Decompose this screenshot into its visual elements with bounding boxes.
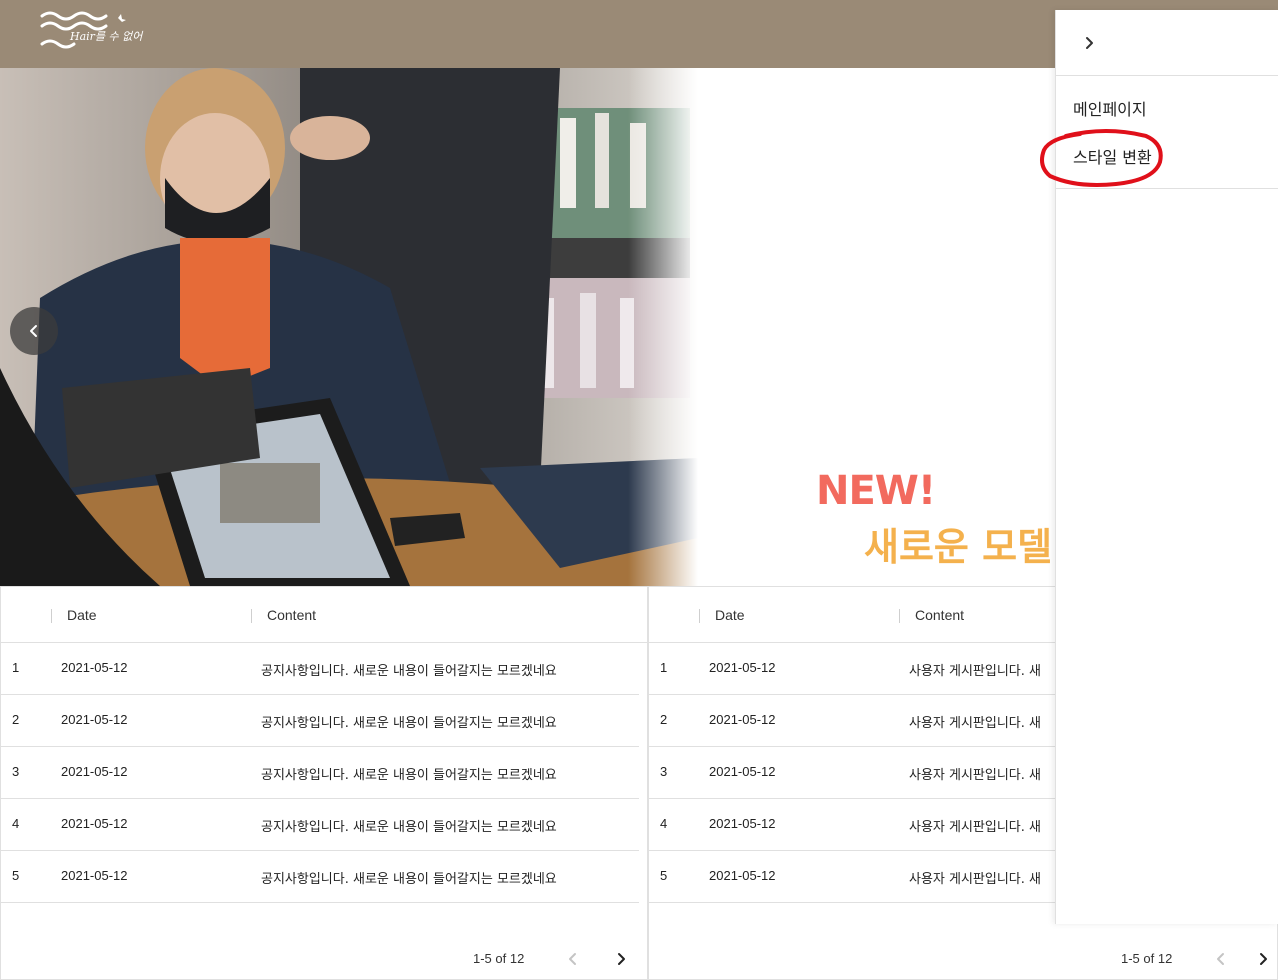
next-page-button[interactable] bbox=[607, 945, 635, 973]
drawer-item-main-page[interactable]: 메인페이지 bbox=[1056, 82, 1278, 130]
row-content: 공지사항입니다. 새로운 내용이 들어갈지는 모르겠네요 bbox=[261, 768, 557, 783]
column-separator bbox=[51, 609, 52, 623]
row-content: 사용자 게시판입니다. 새 bbox=[909, 872, 1041, 887]
banner-subtitle: 새로운 모델 bbox=[864, 525, 1053, 569]
row-date: 2021-05-12 bbox=[709, 764, 776, 779]
drawer-menu: 메인페이지 스타일 변환 bbox=[1056, 76, 1278, 189]
chevron-left-icon bbox=[569, 953, 576, 965]
drawer-header bbox=[1056, 10, 1278, 76]
row-id: 1 bbox=[660, 660, 668, 675]
row-content: 공지사항입니다. 새로운 내용이 들어갈지는 모르겠네요 bbox=[261, 872, 557, 887]
column-header-date[interactable]: Date bbox=[67, 607, 97, 623]
row-content: 사용자 게시판입니다. 새 bbox=[909, 820, 1041, 835]
drawer-item-label: 메인페이지 bbox=[1073, 100, 1147, 119]
row-date: 2021-05-12 bbox=[61, 816, 128, 831]
drawer-item-style-conversion[interactable]: 스타일 변환 bbox=[1056, 130, 1278, 178]
table-row[interactable]: 2 2021-05-12 공지사항입니다. 새로운 내용이 들어갈지는 모르겠네… bbox=[1, 695, 639, 747]
table-row[interactable]: 5 2021-05-12 공지사항입니다. 새로운 내용이 들어갈지는 모르겠네… bbox=[1, 851, 639, 903]
hero-photo bbox=[0, 68, 698, 586]
table-row[interactable]: 1 2021-05-12 공지사항입니다. 새로운 내용이 들어갈지는 모르겠네… bbox=[1, 643, 639, 695]
row-content: 공지사항입니다. 새로운 내용이 들어갈지는 모르겠네요 bbox=[261, 820, 557, 835]
table-pagination: 1-5 of 12 bbox=[649, 937, 1277, 979]
table-row[interactable]: 3 2021-05-12 공지사항입니다. 새로운 내용이 들어갈지는 모르겠네… bbox=[1, 747, 639, 799]
chevron-right-icon bbox=[618, 953, 625, 965]
column-separator bbox=[699, 609, 700, 623]
page: Hair를 수 없어 NEW! 새로운 모델 Date Content 1 20… bbox=[0, 0, 1278, 980]
row-id: 4 bbox=[12, 816, 20, 831]
notice-table: Date Content 1 2021-05-12 공지사항입니다. 새로운 내… bbox=[0, 586, 648, 980]
new-model-banner: NEW! 새로운 모델 bbox=[698, 68, 1056, 586]
row-date: 2021-05-12 bbox=[709, 816, 776, 831]
hero-carousel: NEW! 새로운 모델 bbox=[0, 68, 1056, 586]
carousel-prev-button[interactable] bbox=[10, 307, 58, 355]
row-id: 3 bbox=[12, 764, 20, 779]
row-id: 1 bbox=[12, 660, 20, 675]
column-header-content[interactable]: Content bbox=[267, 607, 316, 623]
row-id: 5 bbox=[12, 868, 20, 883]
chevron-left-icon bbox=[1217, 953, 1224, 965]
row-content: 사용자 게시판입니다. 새 bbox=[909, 716, 1041, 731]
table-pagination: 1-5 of 12 bbox=[1, 937, 647, 979]
row-date: 2021-05-12 bbox=[709, 712, 776, 727]
row-id: 5 bbox=[660, 868, 668, 883]
prev-page-button[interactable] bbox=[1207, 945, 1235, 973]
drawer-collapse-button[interactable] bbox=[1076, 30, 1102, 56]
row-date: 2021-05-12 bbox=[61, 660, 128, 675]
row-date: 2021-05-12 bbox=[709, 660, 776, 675]
row-content: 사용자 게시판입니다. 새 bbox=[909, 664, 1041, 679]
row-id: 2 bbox=[12, 712, 20, 727]
salon-photo-image bbox=[0, 68, 698, 586]
row-content: 사용자 게시판입니다. 새 bbox=[909, 768, 1041, 783]
next-page-button[interactable] bbox=[1249, 945, 1277, 973]
row-date: 2021-05-12 bbox=[61, 764, 128, 779]
column-separator bbox=[251, 609, 252, 623]
pagination-range: 1-5 of 12 bbox=[473, 951, 525, 966]
prev-page-button[interactable] bbox=[559, 945, 587, 973]
pagination-range: 1-5 of 12 bbox=[1121, 951, 1173, 966]
table-header: Date Content bbox=[1, 587, 647, 643]
column-header-date[interactable]: Date bbox=[715, 607, 745, 623]
chevron-right-icon bbox=[1260, 953, 1267, 965]
row-id: 2 bbox=[660, 712, 668, 727]
row-date: 2021-05-12 bbox=[709, 868, 776, 883]
row-date: 2021-05-12 bbox=[61, 868, 128, 883]
row-id: 4 bbox=[660, 816, 668, 831]
row-content: 공지사항입니다. 새로운 내용이 들어갈지는 모르겠네요 bbox=[261, 716, 557, 731]
column-header-content[interactable]: Content bbox=[915, 607, 964, 623]
column-separator bbox=[899, 609, 900, 623]
navigation-drawer: 메인페이지 스타일 변환 bbox=[1055, 10, 1278, 924]
logo-text: Hair를 수 없어 bbox=[70, 30, 143, 43]
row-date: 2021-05-12 bbox=[61, 712, 128, 727]
chevron-right-icon bbox=[1086, 37, 1093, 49]
row-content: 공지사항입니다. 새로운 내용이 들어갈지는 모르겠네요 bbox=[261, 664, 557, 679]
banner-title: NEW! bbox=[816, 468, 936, 514]
chevron-left-icon bbox=[30, 325, 37, 337]
table-row[interactable]: 4 2021-05-12 공지사항입니다. 새로운 내용이 들어갈지는 모르겠네… bbox=[1, 799, 639, 851]
logo[interactable]: Hair를 수 없어 bbox=[38, 8, 158, 56]
drawer-item-label: 스타일 변환 bbox=[1073, 148, 1152, 167]
row-id: 3 bbox=[660, 764, 668, 779]
